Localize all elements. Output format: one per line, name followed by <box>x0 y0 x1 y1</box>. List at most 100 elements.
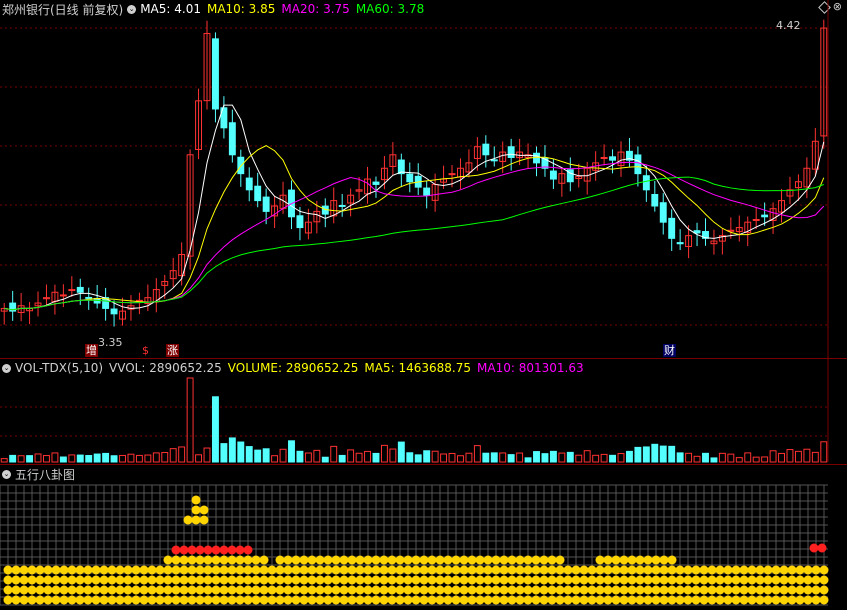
bagua-dot <box>563 565 573 575</box>
bagua-dot <box>555 555 565 565</box>
bagua-dot <box>747 575 757 585</box>
volume-bar <box>254 449 262 463</box>
bagua-dot <box>515 555 525 565</box>
bagua-dot <box>507 595 517 605</box>
bagua-dot <box>763 575 773 585</box>
bagua-dot <box>331 575 341 585</box>
low-price-label: 3.35 <box>98 336 123 349</box>
bagua-dot <box>203 595 213 605</box>
bagua-dot <box>659 565 669 575</box>
bagua-dot <box>691 585 701 595</box>
bagua-dot <box>483 575 493 585</box>
bagua-dot <box>331 555 341 565</box>
volume-bar <box>203 447 211 463</box>
bagua-dot <box>171 595 181 605</box>
bagua-dot <box>131 595 141 605</box>
bagua-dot <box>179 545 189 555</box>
volume-bar <box>727 453 735 463</box>
bagua-dot <box>523 575 533 585</box>
bagua-dot <box>371 585 381 595</box>
bagua-dot <box>787 585 797 595</box>
bagua-dot <box>123 575 133 585</box>
bagua-dot <box>467 595 477 605</box>
bagua-dot <box>243 565 253 575</box>
bagua-dot <box>339 585 349 595</box>
bagua-dot <box>579 565 589 575</box>
bagua-dot <box>491 555 501 565</box>
bagua-dot <box>795 585 805 595</box>
bagua-dot <box>819 595 829 605</box>
marker-zeng[interactable]: 增 <box>85 344 98 357</box>
candle-body <box>693 230 701 234</box>
bagua-dot <box>635 575 645 585</box>
bagua-dot <box>483 555 493 565</box>
bagua-dot <box>235 565 245 575</box>
bagua-dot <box>275 555 285 565</box>
bagua-dot <box>243 555 253 565</box>
bagua-dot <box>371 575 381 585</box>
volume-bar <box>330 445 338 463</box>
bagua-dot <box>779 575 789 585</box>
bagua-dot <box>203 545 213 555</box>
bagua-dot <box>75 595 85 605</box>
bagua-dot <box>707 585 717 595</box>
bagua-dot <box>427 595 437 605</box>
bagua-dot <box>803 585 813 595</box>
marker-cai[interactable]: 财 <box>663 344 676 357</box>
bagua-dot <box>651 585 661 595</box>
volume-bar <box>338 454 346 463</box>
candle-body <box>254 185 262 202</box>
bagua-dot <box>27 595 37 605</box>
bagua-dot <box>191 515 201 525</box>
bagua-dot <box>387 595 397 605</box>
bagua-dot <box>515 565 525 575</box>
bagua-dot <box>139 565 149 575</box>
bagua-dot <box>499 595 509 605</box>
bagua-dot <box>451 575 461 585</box>
bagua-dot <box>587 585 597 595</box>
bagua-dot <box>323 565 333 575</box>
ma-line <box>4 145 825 311</box>
bagua-dot <box>19 595 29 605</box>
bagua-dot <box>723 585 733 595</box>
volume-bar <box>389 448 397 463</box>
volume-bar <box>642 446 650 463</box>
bagua-dot <box>275 585 285 595</box>
bagua-dot <box>451 585 461 595</box>
bagua-dot <box>315 565 325 575</box>
bagua-dot <box>275 565 285 575</box>
bagua-dot <box>531 585 541 595</box>
bagua-dot <box>619 555 629 565</box>
bagua-dot <box>67 565 77 575</box>
bagua-dot <box>667 595 677 605</box>
bagua-dot <box>115 585 125 595</box>
volume-bar <box>347 449 355 463</box>
bagua-dot <box>259 555 269 565</box>
stock-chart[interactable] <box>0 0 847 610</box>
bagua-dot <box>747 565 757 575</box>
bagua-dot <box>755 595 765 605</box>
bagua-dot <box>291 595 301 605</box>
bagua-dot <box>451 555 461 565</box>
bagua-dot <box>411 575 421 585</box>
bagua-dot <box>387 565 397 575</box>
bagua-dot <box>11 575 21 585</box>
marker-zhang[interactable]: 涨 <box>166 344 179 357</box>
volume-bar <box>617 453 625 463</box>
bagua-dot <box>611 555 621 565</box>
volume-bar <box>473 445 481 463</box>
volume-bar <box>575 454 583 463</box>
bagua-dot <box>179 565 189 575</box>
bagua-dot <box>171 565 181 575</box>
bagua-dot <box>59 585 69 595</box>
bagua-dot <box>731 565 741 575</box>
volume-bar <box>135 454 143 463</box>
volume-bar <box>26 455 34 463</box>
bagua-dot <box>635 595 645 605</box>
bagua-dot <box>291 555 301 565</box>
bagua-dot <box>683 585 693 595</box>
bagua-dot <box>331 565 341 575</box>
bagua-dot <box>523 595 533 605</box>
bagua-dot <box>259 585 269 595</box>
marker-dollar[interactable]: $ <box>142 344 149 357</box>
